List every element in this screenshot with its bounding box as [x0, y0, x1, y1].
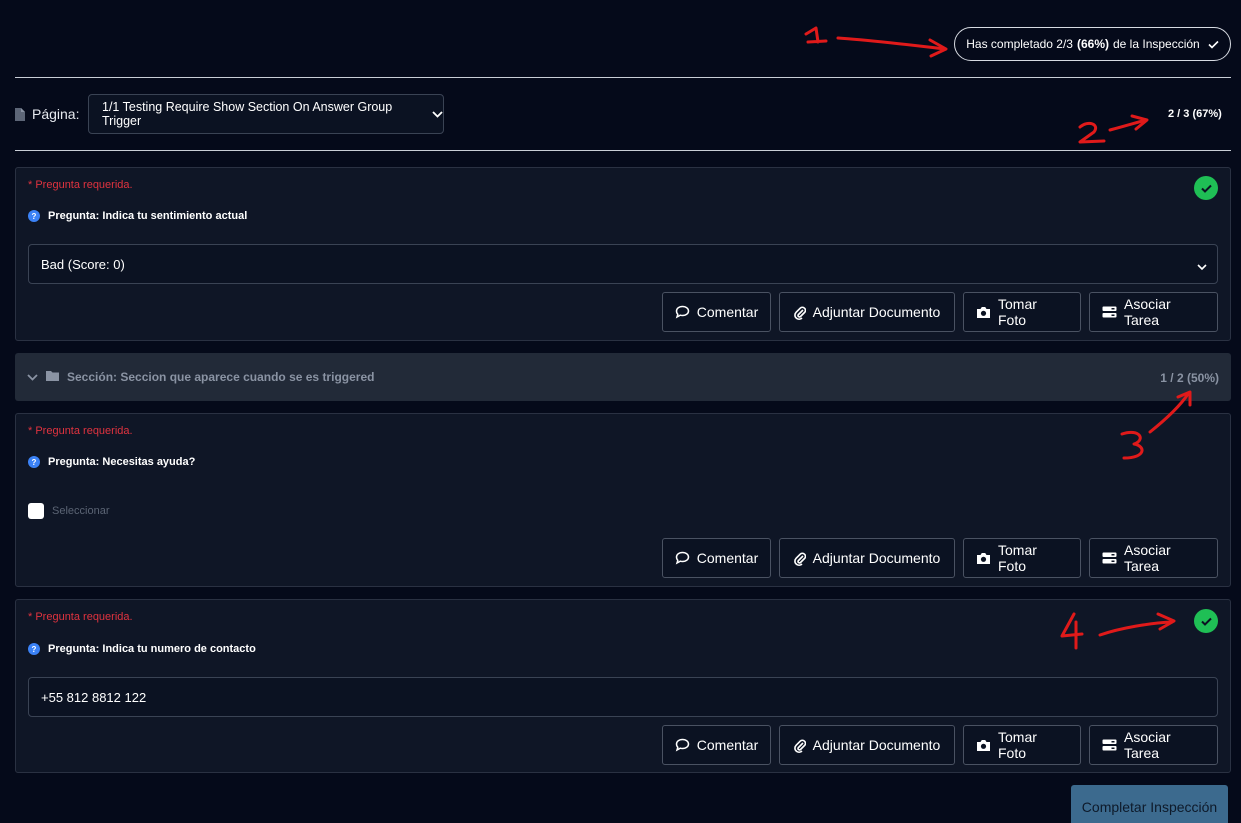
- take-photo-button[interactable]: Tomar Foto: [963, 725, 1081, 765]
- question-actions: Comentar Adjuntar Documento Tomar Foto A…: [662, 725, 1218, 765]
- paperclip-icon: [793, 738, 806, 753]
- question-title: Pregunta: Indica tu numero de contacto: [48, 643, 256, 655]
- answered-check-icon: [1194, 176, 1218, 200]
- answer-select[interactable]: Bad (Score: 0): [28, 244, 1218, 284]
- divider: [15, 150, 1231, 151]
- contact-number-value: +55 812 8812 122: [41, 689, 147, 705]
- page-select[interactable]: 1/1 Testing Require Show Section On Answ…: [88, 94, 444, 134]
- progress-suffix: de la Inspección: [1113, 37, 1200, 51]
- attach-document-button[interactable]: Adjuntar Documento: [779, 538, 955, 578]
- help-icon: ?: [28, 643, 40, 655]
- question-card: * Pregunta requerida. ? Pregunta: Necesi…: [15, 413, 1231, 587]
- task-icon: [1102, 306, 1117, 318]
- task-icon: [1102, 552, 1117, 564]
- question-title: Pregunta: Necesitas ayuda?: [48, 456, 196, 468]
- section-title: Sección: Seccion que aparece cuando se e…: [67, 370, 375, 384]
- divider: [15, 77, 1231, 78]
- section-title-row: Sección: Seccion que aparece cuando se e…: [27, 370, 374, 384]
- help-icon: ?: [28, 210, 40, 222]
- attach-label: Adjuntar Documento: [812, 550, 941, 566]
- required-note: * Pregunta requerida.: [28, 425, 133, 437]
- question-title: Pregunta: Indica tu sentimiento actual: [48, 210, 248, 222]
- task-label: Asociar Tarea: [1124, 729, 1171, 761]
- question-card: * Pregunta requerida. ? Pregunta: Indica…: [15, 167, 1231, 341]
- checkbox-row[interactable]: Seleccionar: [28, 503, 109, 519]
- checkbox-label: Seleccionar: [52, 505, 110, 517]
- inspection-progress-badge[interactable]: Has completado 2/3 (66%) de la Inspecció…: [954, 27, 1231, 61]
- progress-percent: (66%): [1076, 37, 1109, 51]
- complete-inspection-label: Completar Inspección: [1081, 799, 1218, 815]
- camera-icon: [976, 739, 991, 752]
- chevron-down-icon: [27, 370, 38, 384]
- task-label: Asociar Tarea: [1124, 296, 1171, 328]
- photo-label: Tomar Foto: [998, 542, 1037, 574]
- comment-button[interactable]: Comentar: [662, 538, 771, 578]
- attach-label: Adjuntar Documento: [812, 304, 941, 320]
- comment-icon: [675, 738, 690, 752]
- check-icon: [1208, 40, 1219, 49]
- question-title-row: ? Pregunta: Necesitas ayuda?: [28, 456, 195, 468]
- take-photo-button[interactable]: Tomar Foto: [963, 538, 1081, 578]
- associate-task-button[interactable]: Asociar Tarea: [1089, 292, 1218, 332]
- comment-button[interactable]: Comentar: [662, 292, 771, 332]
- comment-label: Comentar: [696, 550, 759, 566]
- contact-number-input[interactable]: +55 812 8812 122: [28, 677, 1218, 717]
- comment-label: Comentar: [696, 304, 759, 320]
- camera-icon: [976, 306, 991, 319]
- required-note: * Pregunta requerida.: [28, 179, 133, 191]
- section-header[interactable]: Sección: Seccion que aparece cuando se e…: [15, 353, 1231, 401]
- document-icon: [15, 108, 25, 121]
- answered-check-icon: [1194, 609, 1218, 633]
- question-card: * Pregunta requerida. ? Pregunta: Indica…: [15, 599, 1231, 773]
- page-select-value: 1/1 Testing Require Show Section On Answ…: [102, 100, 393, 128]
- select-checkbox[interactable]: [28, 503, 44, 519]
- associate-task-button[interactable]: Asociar Tarea: [1089, 725, 1218, 765]
- question-actions: Comentar Adjuntar Documento Tomar Foto A…: [662, 538, 1218, 578]
- take-photo-button[interactable]: Tomar Foto: [963, 292, 1081, 332]
- attach-document-button[interactable]: Adjuntar Documento: [779, 725, 955, 765]
- required-note: * Pregunta requerida.: [28, 611, 133, 623]
- comment-icon: [675, 551, 690, 565]
- camera-icon: [976, 552, 991, 565]
- comment-button[interactable]: Comentar: [662, 725, 771, 765]
- annotation-1: [804, 26, 948, 58]
- comment-icon: [675, 305, 690, 319]
- photo-label: Tomar Foto: [998, 296, 1037, 328]
- section-progress: 1 / 2 (50%): [1160, 371, 1219, 385]
- help-icon: ?: [28, 456, 40, 468]
- paperclip-icon: [793, 551, 806, 566]
- attach-document-button[interactable]: Adjuntar Documento: [779, 292, 955, 332]
- answer-select-value: Bad (Score: 0): [41, 256, 125, 272]
- folder-icon: [46, 370, 59, 384]
- complete-inspection-button[interactable]: Completar Inspección: [1071, 785, 1228, 823]
- question-title-row: ? Pregunta: Indica tu numero de contacto: [28, 643, 256, 655]
- page-label: Página:: [32, 106, 80, 122]
- chevron-down-icon: [1197, 259, 1207, 274]
- photo-label: Tomar Foto: [998, 729, 1037, 761]
- question-title-row: ? Pregunta: Indica tu sentimiento actual: [28, 210, 247, 222]
- chevron-down-icon: [432, 107, 443, 121]
- task-label: Asociar Tarea: [1124, 542, 1171, 574]
- paperclip-icon: [793, 305, 806, 320]
- associate-task-button[interactable]: Asociar Tarea: [1089, 538, 1218, 578]
- task-icon: [1102, 739, 1117, 751]
- question-actions: Comentar Adjuntar Documento Tomar Foto A…: [662, 292, 1218, 332]
- attach-label: Adjuntar Documento: [812, 737, 941, 753]
- annotation-2: [1078, 114, 1149, 144]
- page-progress: 2 / 3 (67%): [1168, 108, 1222, 120]
- progress-prefix: Has completado 2/3: [966, 37, 1073, 51]
- comment-label: Comentar: [696, 737, 759, 753]
